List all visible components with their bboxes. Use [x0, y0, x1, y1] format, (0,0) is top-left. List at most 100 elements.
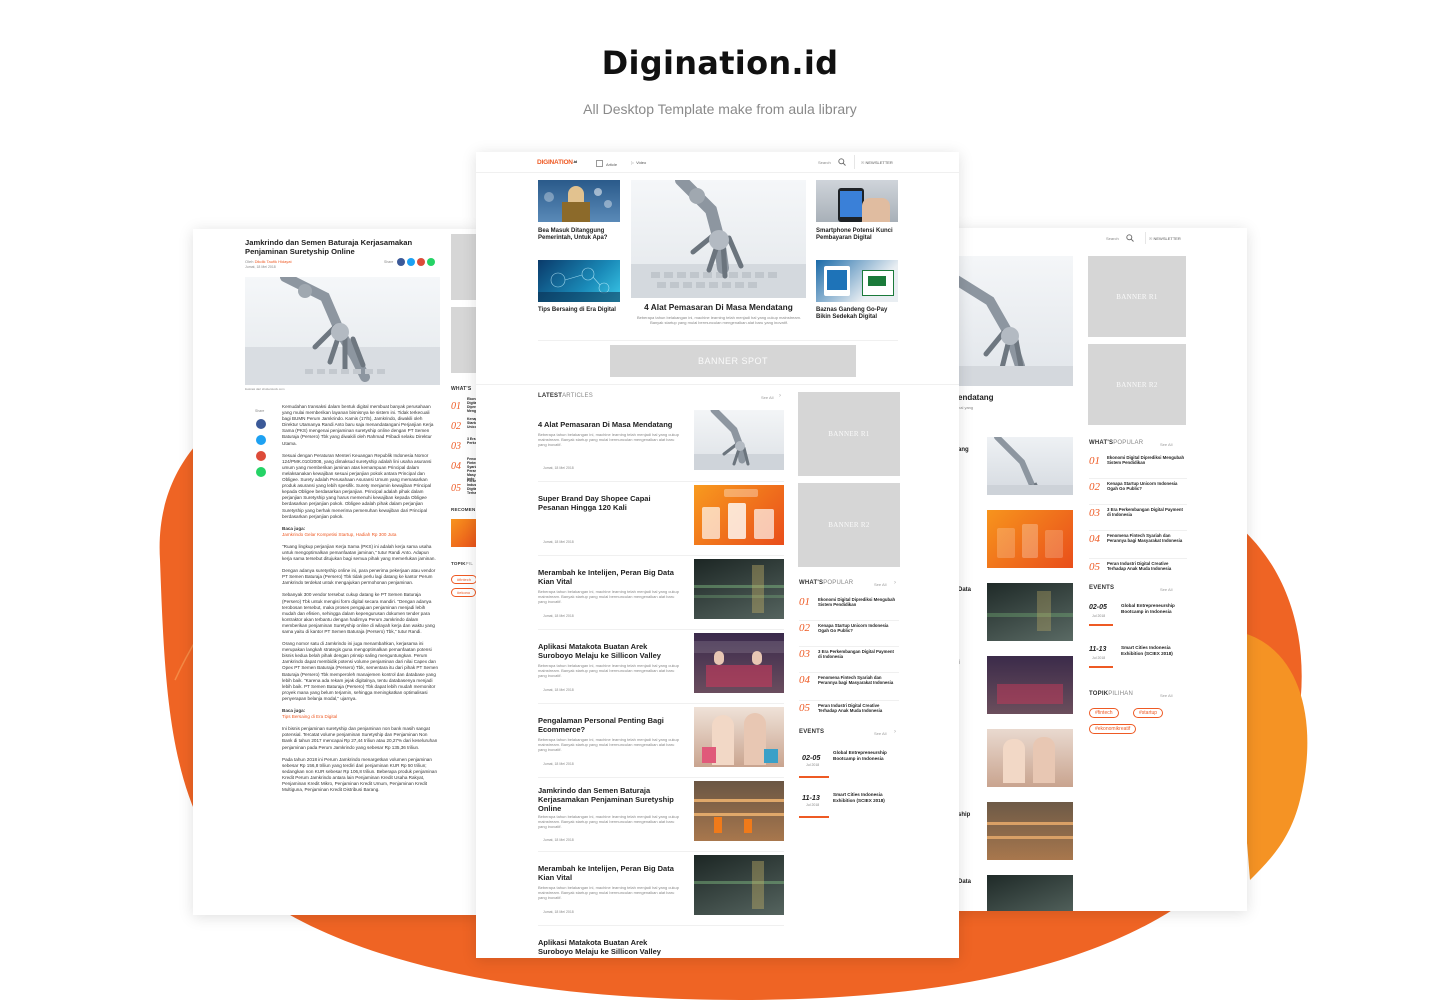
tag-fintech[interactable]: #fintech — [451, 575, 478, 584]
read-also-link[interactable]: Jamkrindo Gelar Kompetisi Startup, Hadia… — [282, 532, 439, 538]
google-plus-icon[interactable] — [417, 258, 426, 266]
hero-main-title[interactable]: 4 Alat Pemasaran Di Masa Mendatang — [631, 303, 806, 312]
banner-r1[interactable]: BANNER R1 — [1088, 256, 1186, 337]
facebook-icon[interactable] — [256, 419, 266, 429]
see-all-link[interactable]: See All — [1160, 587, 1172, 592]
list-item[interactable]: Merambah ke Intelijen, Peran Big Data Ki… — [538, 556, 784, 630]
event-item[interactable]: 02-05 Jul 2018 Global Entrepreneurship B… — [1089, 600, 1187, 642]
list-item[interactable]: 04 Fenomena Fintech Syariah dan Perannya … — [1089, 531, 1187, 559]
banner-r2[interactable]: BANNER R2 — [1088, 344, 1186, 425]
hero-right-bottom-image[interactable] — [816, 260, 898, 302]
search-icon[interactable] — [838, 158, 846, 166]
hero-right-top-image[interactable] — [816, 180, 898, 222]
nav-video-label: Video — [636, 160, 647, 165]
hero-left-top-title[interactable]: Bea Masuk Ditanggung Pemerintah, Untuk A… — [538, 228, 623, 242]
whatsapp-icon[interactable] — [256, 467, 266, 477]
banner-r2[interactable]: BANNER R2 — [798, 483, 900, 567]
list-item[interactable]: Aplikasi Matakota Buatan Arek Suroboyo M… — [538, 926, 784, 958]
newsletter-label: NEWSLETTER — [865, 160, 893, 165]
list-item[interactable]: 03 3 Era Perkembangan Digital Payment di … — [1089, 505, 1187, 531]
newsletter-link[interactable]: ✉ NEWSLETTER — [1149, 236, 1181, 241]
homepage-variant-template: Search ✉ NEWSLETTER endatang hal yang an… — [950, 228, 1247, 911]
list-item[interactable]: i — [950, 652, 1080, 725]
rank-number: 01 — [1089, 455, 1100, 467]
list-item[interactable]: Pengalaman Personal Penting Bagi Ecommer… — [538, 704, 784, 778]
hero-left-bottom-image[interactable] — [538, 260, 620, 302]
see-all-link[interactable]: See All — [874, 731, 886, 736]
list-item[interactable]: 05 Peran Industri Digital Creative Terhad… — [799, 701, 899, 725]
list-item[interactable]: 02 Kenapa Startup Unicorn Indonesia Ogah … — [1089, 479, 1187, 505]
hero-right-bottom-title[interactable]: Baznas Gandeng Go-Pay Bikin Sedekah Digi… — [816, 307, 902, 321]
list-item[interactable]: Aplikasi Matakota Buatan Arek Suroboyo M… — [538, 630, 784, 704]
hero-right-top-title[interactable]: Smartphone Potensi Kunci Pembayaran Digi… — [816, 228, 902, 242]
list-item[interactable]: 01 Ekonomi Digital Diprediksi Mengubah Si… — [799, 595, 899, 621]
nav-article[interactable]: Article — [596, 160, 617, 167]
popular-list: 01 Ekonomi Digital Diprediksi Mengubah Si… — [799, 595, 899, 725]
event-item[interactable]: 11-13 Jul 2018 Smart Cities Indonesia Ex… — [799, 785, 899, 825]
see-all-chevron-icon[interactable]: › — [894, 729, 896, 735]
search-icon[interactable] — [1126, 234, 1134, 242]
banner-r1[interactable]: BANNER R1 — [798, 392, 900, 476]
see-all-chevron-icon[interactable]: › — [779, 393, 781, 399]
list-item[interactable]: 4 Alat Pemasaran Di Masa Mendatang Beber… — [538, 408, 784, 482]
list-item[interactable]: Data — [950, 579, 1080, 652]
banner-spot[interactable]: BANNER SPOT — [610, 345, 856, 377]
paragraph: Ini bisnis penjaminan suretyship dan pen… — [282, 726, 438, 750]
search-label[interactable]: Search — [1106, 236, 1119, 241]
twitter-icon[interactable] — [256, 435, 266, 445]
list-item[interactable]: 01Ekonomi Digital Diprediksi Mengubah — [451, 396, 480, 416]
list-item[interactable]: 02 Kenapa Startup Unicorn Indonesia Ogah … — [799, 621, 899, 647]
list-item[interactable]: 05 Peran Industri Digital Terha — [451, 478, 480, 498]
popular-title: Fenomena Fintech Syariah dan Perannya ba… — [818, 675, 894, 685]
facebook-icon[interactable] — [397, 258, 406, 266]
event-item[interactable]: 11-13 Jul 2018 Smart Cities Indonesia Ex… — [1089, 642, 1187, 684]
list-item[interactable]: ship — [950, 798, 1080, 871]
list-item[interactable]: 05 Peran Industri Digital Creative Terhad… — [1089, 559, 1187, 583]
nav-video[interactable]: ▷ Video — [631, 160, 646, 165]
tag-fintech[interactable]: #fintech — [1089, 708, 1119, 718]
newsletter-link[interactable]: ✉ NEWSLETTER — [861, 160, 893, 165]
list-item[interactable] — [950, 725, 1080, 798]
list-item[interactable]: Super Brand Day Shopee Capai Pesanan Hin… — [538, 482, 784, 556]
search-label[interactable]: Search — [818, 160, 831, 165]
hero-title-partial[interactable]: endatang — [958, 393, 994, 402]
hero-main-image[interactable] — [631, 180, 806, 298]
event-item[interactable]: 02-05 Jul 2018 Global Entrepreneurship B… — [799, 745, 899, 785]
whatsapp-icon[interactable] — [427, 258, 436, 266]
article-thumb — [694, 559, 784, 619]
list-title-partial: ship — [958, 812, 971, 818]
google-plus-icon[interactable] — [256, 451, 266, 461]
list-item[interactable]: ang — [950, 433, 1080, 506]
list-item[interactable]: 04 Fenomena Fintech Syariah dan Perannya … — [799, 673, 899, 701]
right-popular-list: 01 Ekonomi Digital Diprediksi Mengubah Si… — [1089, 453, 1187, 583]
list-item[interactable]: 02 Kenapa Startup Unicorn — [451, 416, 480, 436]
logo[interactable]: DIGINATION.id — [537, 159, 577, 166]
twitter-icon[interactable] — [407, 258, 416, 266]
read-also-link[interactable]: Tips Bersaing di Era Digital — [282, 714, 439, 720]
list-item[interactable]: 03 3 Era Perkembangan Digital Payment di … — [799, 647, 899, 673]
see-all-link[interactable]: See All — [761, 395, 773, 400]
see-all-chevron-icon[interactable]: › — [894, 580, 896, 586]
see-all-link[interactable]: See All — [1160, 693, 1172, 698]
hero-left-bottom-title[interactable]: Tips Bersaing di Era Digital — [538, 307, 618, 314]
author-link[interactable]: Dikdik Taufik Hidayat — [255, 259, 292, 264]
article-date: Jumat, 18 Mei 2018 — [543, 762, 574, 766]
article-title: Merambah ke Intelijen, Peran Big Data Ki… — [538, 568, 674, 586]
tag-ekonomikreatif[interactable]: #ekonomikreatif — [1089, 724, 1137, 734]
list-item[interactable]: Jamkrindo dan Semen Baturaja Kerjasamaka… — [538, 778, 784, 852]
events-heading: EVENTS — [799, 729, 825, 735]
logo-suffix: .id — [572, 159, 577, 164]
article-date: Jumat, 18 Mei 2018 — [543, 614, 574, 618]
hero-left-top-image[interactable] — [538, 180, 620, 222]
list-item[interactable]: 033 Era Perkembangan — [451, 436, 480, 456]
list-item[interactable]: Merambah ke Intelijen, Peran Big Data Ki… — [538, 852, 784, 926]
list-item[interactable]: 04Fenomena Fintech Syariah Peran bagi Ma… — [451, 456, 480, 481]
tag-startup[interactable]: #startup — [1133, 708, 1164, 718]
see-all-link[interactable]: See All — [874, 582, 886, 587]
list-item[interactable]: Data — [950, 871, 1080, 911]
see-all-link[interactable]: See All — [1160, 442, 1172, 447]
hero-image-partial[interactable] — [950, 256, 1073, 386]
tag-ekonomi[interactable]: #ekono — [451, 588, 477, 597]
list-item[interactable] — [950, 506, 1080, 579]
list-item[interactable]: 01 Ekonomi Digital Diprediksi Mengubah Si… — [1089, 453, 1187, 479]
